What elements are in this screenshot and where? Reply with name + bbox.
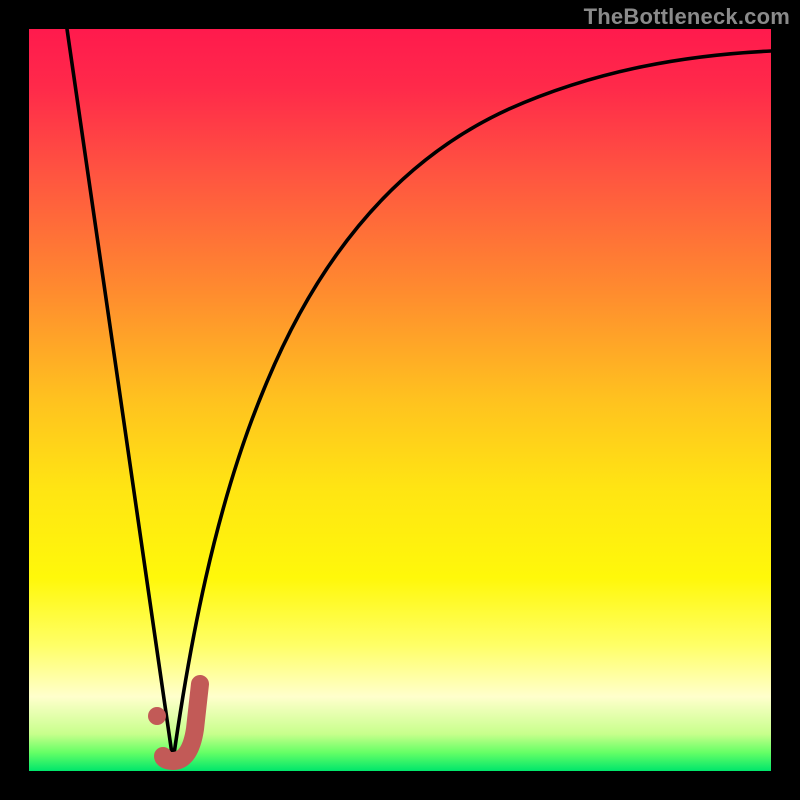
chart-frame: TheBottleneck.com [0,0,800,800]
optimum-marker-dot [148,707,166,725]
curve-right-branch [173,51,771,761]
curve-left-branch [67,29,173,761]
watermark-text: TheBottleneck.com [584,4,790,30]
plot-area [29,29,771,771]
curves-layer [29,29,771,771]
